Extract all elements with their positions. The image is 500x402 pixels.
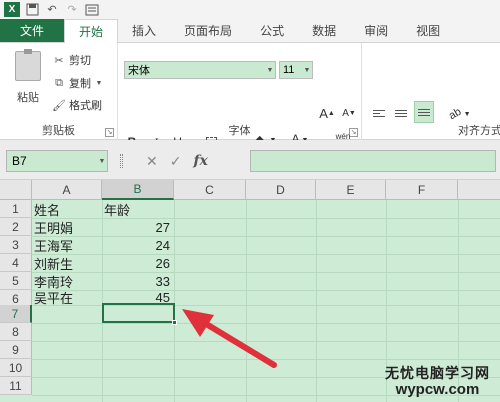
format-painter-label: 格式刷 xyxy=(69,100,102,112)
cell-b3[interactable]: 24 xyxy=(102,236,174,254)
active-cell-b7[interactable] xyxy=(102,303,175,323)
format-painter-button[interactable]: 🖌 格式刷 xyxy=(52,96,102,114)
name-box[interactable]: B7 ▼ xyxy=(6,150,108,172)
font-name-value: 宋体 xyxy=(128,65,150,77)
cancel-icon[interactable]: ✕ xyxy=(146,153,158,170)
font-size-value: 11 xyxy=(283,64,295,76)
formula-input[interactable] xyxy=(250,150,496,172)
row-header-7[interactable]: 7 xyxy=(0,305,32,323)
grow-font-button[interactable]: A ▲ xyxy=(318,104,336,122)
cell-a4[interactable]: 刘新生 xyxy=(32,254,102,272)
column-header-d[interactable]: D xyxy=(246,180,316,200)
tab-data[interactable]: 数据 xyxy=(298,19,350,42)
font-name-select[interactable]: 宋体 ▼ xyxy=(124,61,276,79)
row-header-3[interactable]: 3 xyxy=(0,236,32,254)
tab-view[interactable]: 视图 xyxy=(402,19,454,42)
cell-b2[interactable]: 27 xyxy=(102,218,174,236)
select-all-corner[interactable] xyxy=(0,180,32,200)
ribbon: 粘贴 ✂ 剪切 ⧉ 复制 ▼ 🖌 格式刷 剪贴板 ↘ 字体 ↘ 宋体 ▼ 11 … xyxy=(0,43,500,149)
align-bottom-icon[interactable] xyxy=(414,101,434,123)
copy-button[interactable]: ⧉ 复制 ▼ xyxy=(52,74,104,92)
watermark-url: wypcw.com xyxy=(395,381,480,398)
row-header-1[interactable]: 1 xyxy=(0,200,32,218)
column-header-blank xyxy=(458,180,500,200)
cell-b1[interactable]: 年龄 xyxy=(102,200,174,218)
clipboard-group-label: 剪贴板 xyxy=(42,125,75,137)
paintbrush-icon: 🖌 xyxy=(52,99,66,112)
name-box-value: B7 xyxy=(12,154,27,168)
paste-label: 粘贴 xyxy=(17,92,39,104)
undo-icon[interactable]: ↶ xyxy=(44,3,60,17)
row-header-11[interactable]: 11 xyxy=(0,377,32,395)
redo-icon[interactable]: ↷ xyxy=(64,3,80,17)
dialog-launcher-icon[interactable]: ↘ xyxy=(105,128,114,137)
cell-a1[interactable]: 姓名 xyxy=(32,200,102,218)
enter-icon[interactable]: ✓ xyxy=(170,153,182,170)
cell-b4[interactable]: 26 xyxy=(102,254,174,272)
title-bar: X ↶ ↷ xyxy=(0,0,500,19)
copy-icon: ⧉ xyxy=(55,76,63,89)
scissors-icon: ✂ xyxy=(54,54,64,67)
formula-bar-grip-icon xyxy=(120,154,123,168)
customize-icon[interactable] xyxy=(84,3,100,17)
paste-button[interactable]: 粘贴 xyxy=(10,49,46,109)
formula-bar: B7 ▼ ✕ ✓ fx xyxy=(0,140,500,180)
column-header-f[interactable]: F xyxy=(386,180,458,200)
tab-home[interactable]: 开始 xyxy=(64,19,119,43)
save-icon[interactable] xyxy=(24,3,40,17)
align-top-icon[interactable] xyxy=(370,105,388,121)
chevron-down-icon: ▼ xyxy=(266,66,274,74)
row-header-5[interactable]: 5 xyxy=(0,272,32,290)
column-header-c[interactable]: C xyxy=(174,180,246,200)
excel-app-icon: X xyxy=(4,2,20,17)
formula-bar-buttons: ✕ ✓ fx xyxy=(138,150,248,172)
watermark-title: 无忧电脑学习网 xyxy=(385,365,490,381)
column-header-a[interactable]: A xyxy=(32,180,102,200)
shrink-font-button[interactable]: A ▼ xyxy=(340,104,358,122)
column-header-e[interactable]: E xyxy=(316,180,386,200)
grid-vline xyxy=(316,200,317,402)
cell-a3[interactable]: 王海军 xyxy=(32,236,102,254)
paste-icon xyxy=(15,49,41,81)
row-header-4[interactable]: 4 xyxy=(0,254,32,272)
tab-formulas[interactable]: 公式 xyxy=(246,19,298,42)
font-group: 字体 ↘ xyxy=(118,43,362,140)
grow-font-icon: A xyxy=(319,105,328,121)
shrink-font-icon: A xyxy=(342,107,349,119)
cut-label: 剪切 xyxy=(69,55,91,67)
tab-file[interactable]: 文件 xyxy=(0,19,65,42)
cut-button[interactable]: ✂ 剪切 xyxy=(52,51,91,69)
alignment-group: 对齐方式 xyxy=(362,43,500,140)
align-middle-icon[interactable] xyxy=(392,105,410,121)
clipboard-group: 粘贴 ✂ 剪切 ⧉ 复制 ▼ 🖌 格式刷 剪贴板 ↘ xyxy=(0,43,118,140)
row-header-10[interactable]: 10 xyxy=(0,359,32,377)
row-header-8[interactable]: 8 xyxy=(0,323,32,341)
row-header-9[interactable]: 9 xyxy=(0,341,32,359)
grid-vline xyxy=(174,200,175,402)
chevron-down-icon: ▼ xyxy=(303,66,311,74)
chevron-down-icon: ▼ xyxy=(98,157,106,165)
font-size-select[interactable]: 11 ▼ xyxy=(279,61,313,79)
tab-insert[interactable]: 插入 xyxy=(118,19,170,42)
annotation-arrow xyxy=(182,309,277,368)
copy-label: 复制 xyxy=(69,78,91,90)
watermark: 无忧电脑学习网 wypcw.com xyxy=(385,363,490,398)
cell-a6[interactable]: 吴平在 xyxy=(32,288,102,306)
insert-function-icon[interactable]: fx xyxy=(193,153,207,169)
tab-page-layout[interactable]: 页面布局 xyxy=(170,19,246,42)
column-header-b[interactable]: B xyxy=(102,180,174,200)
orientation-button[interactable]: ab ▼ xyxy=(446,105,474,123)
cell-a2[interactable]: 王明娟 xyxy=(32,218,102,236)
row-header-2[interactable]: 2 xyxy=(0,218,32,236)
tab-review[interactable]: 审阅 xyxy=(350,19,402,42)
chevron-down-icon: ▼ xyxy=(95,79,103,87)
text-orientation-icon: ab xyxy=(447,105,464,123)
ribbon-tabs: 文件 开始 插入 页面布局 公式 数据 审阅 视图 xyxy=(0,19,500,43)
